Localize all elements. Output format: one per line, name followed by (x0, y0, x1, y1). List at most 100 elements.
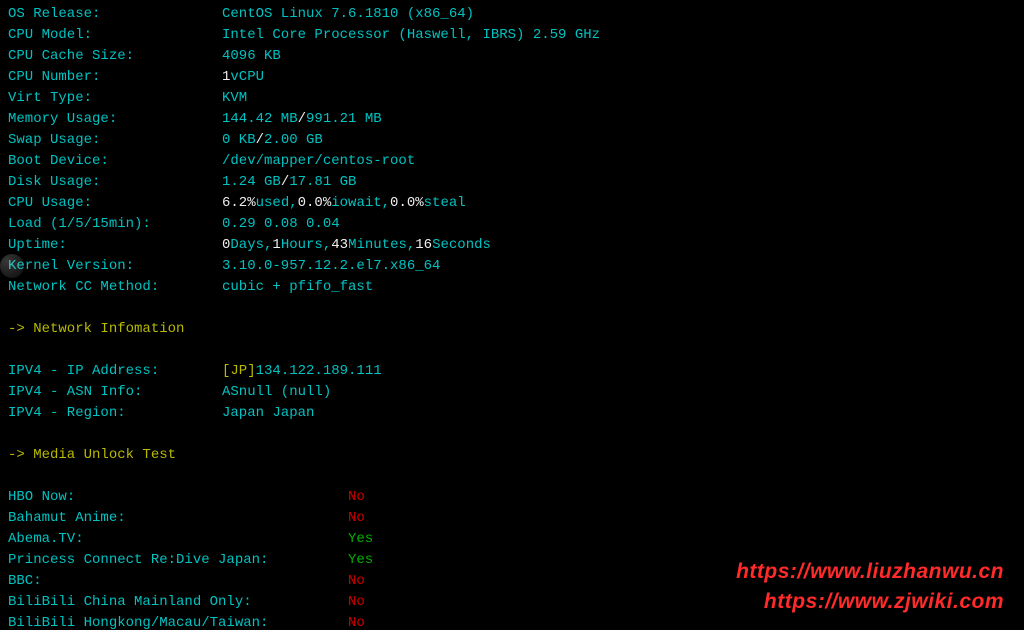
sep: / (256, 130, 264, 151)
label-disk: Disk Usage: (8, 172, 222, 193)
value-os-release: CentOS Linux 7.6.1810 (x86_64) (222, 4, 474, 25)
text-iowait: iowait, (331, 193, 390, 214)
media-label: Bahamut Anime: (8, 508, 348, 529)
row-cpu-usage: CPU Usage: 6.2% used, 0.0% iowait, 0.0% … (8, 193, 1016, 214)
media-row: Abema.TV:Yes (8, 529, 1016, 550)
value-uptime-days: 0 (222, 235, 230, 256)
label-ipv4-asn: IPV4 - ASN Info: (8, 382, 222, 403)
label-ipv4-address: IPV4 - IP Address: (8, 361, 222, 382)
sep: / (281, 172, 289, 193)
label-uptime: Uptime: (8, 235, 222, 256)
blank-line (8, 298, 1016, 319)
row-disk: Disk Usage: 1.24 GB / 17.81 GB (8, 172, 1016, 193)
row-ipv4-region: IPV4 - Region: Japan Japan (8, 403, 1016, 424)
value-memory-used: 144.42 MB (222, 109, 298, 130)
media-row: HBO Now:No (8, 487, 1016, 508)
text-days: Days, (230, 235, 272, 256)
value-uptime-min: 43 (331, 235, 348, 256)
media-row: Princess Connect Re:Dive Japan:Yes (8, 550, 1016, 571)
row-kernel: Kernel Version: 3.10.0-957.12.2.el7.x86_… (8, 256, 1016, 277)
media-label: Princess Connect Re:Dive Japan: (8, 550, 348, 571)
blank-line (8, 466, 1016, 487)
label-swap: Swap Usage: (8, 130, 222, 151)
label-boot: Boot Device: (8, 151, 222, 172)
value-cpu-pct: 6.2% (222, 193, 256, 214)
blank-line (8, 424, 1016, 445)
media-row: BiliBili Hongkong/Macau/Taiwan:No (8, 613, 1016, 630)
label-cpu-number: CPU Number: (8, 67, 222, 88)
label-load: Load (1/5/15min): (8, 214, 222, 235)
row-os-release: OS Release: CentOS Linux 7.6.1810 (x86_6… (8, 4, 1016, 25)
value-uptime-sec: 16 (415, 235, 432, 256)
value-disk-total: 17.81 GB (289, 172, 356, 193)
media-label: Abema.TV: (8, 529, 348, 550)
value-cpu-count: 1 (222, 67, 230, 88)
label-cpu-cache: CPU Cache Size: (8, 46, 222, 67)
label-memory: Memory Usage: (8, 109, 222, 130)
row-memory: Memory Usage: 144.42 MB / 991.21 MB (8, 109, 1016, 130)
text-hours: Hours, (281, 235, 331, 256)
value-kernel: 3.10.0-957.12.2.el7.x86_64 (222, 256, 440, 277)
text-min: Minutes, (348, 235, 415, 256)
terminal-output: OS Release: CentOS Linux 7.6.1810 (x86_6… (0, 0, 1024, 630)
label-virt: Virt Type: (8, 88, 222, 109)
media-result: No (348, 508, 365, 529)
media-result: No (348, 592, 365, 613)
label-cc: Network CC Method: (8, 277, 222, 298)
value-ip: 134.122.189.111 (256, 361, 382, 382)
value-load: 0.29 0.08 0.04 (222, 214, 340, 235)
media-result: No (348, 613, 365, 630)
media-row: Bahamut Anime:No (8, 508, 1016, 529)
media-label: BBC: (8, 571, 348, 592)
value-memory-total: 991.21 MB (306, 109, 382, 130)
row-ipv4-asn: IPV4 - ASN Info: ASnull (null) (8, 382, 1016, 403)
value-cc: cubic + pfifo_fast (222, 277, 373, 298)
media-row: BiliBili China Mainland Only:No (8, 592, 1016, 613)
section-media-unlock: -> Media Unlock Test (8, 445, 1016, 466)
value-cpu-cache: 4096 KB (222, 46, 281, 67)
media-result: No (348, 571, 365, 592)
sep: / (298, 109, 306, 130)
media-result: Yes (348, 529, 373, 550)
row-cc: Network CC Method: cubic + pfifo_fast (8, 277, 1016, 298)
label-cpu-model: CPU Model: (8, 25, 222, 46)
text-sec: Seconds (432, 235, 491, 256)
row-uptime: Uptime: 0 Days, 1 Hours, 43 Minutes, 16 … (8, 235, 1016, 256)
value-uptime-hours: 1 (272, 235, 280, 256)
value-boot: /dev/mapper/centos-root (222, 151, 415, 172)
row-cpu-model: CPU Model: Intel Core Processor (Haswell… (8, 25, 1016, 46)
value-steal-pct: 0.0% (390, 193, 424, 214)
media-label: BiliBili China Mainland Only: (8, 592, 348, 613)
row-boot: Boot Device: /dev/mapper/centos-root (8, 151, 1016, 172)
row-cpu-cache: CPU Cache Size: 4096 KB (8, 46, 1016, 67)
value-virt: KVM (222, 88, 247, 109)
label-kernel: Kernel Version: (8, 256, 222, 277)
value-cpu-model: Intel Core Processor (Haswell, IBRS) 2.5… (222, 25, 600, 46)
value-asn: ASnull (null) (222, 382, 331, 403)
media-test-list: HBO Now:NoBahamut Anime:NoAbema.TV:YesPr… (8, 487, 1016, 630)
value-disk-used: 1.24 GB (222, 172, 281, 193)
row-cpu-number: CPU Number: 1 vCPU (8, 67, 1016, 88)
label-ipv4-region: IPV4 - Region: (8, 403, 222, 424)
section-network-info: -> Network Infomation (8, 319, 1016, 340)
value-iowait-pct: 0.0% (298, 193, 332, 214)
row-ipv4-address: IPV4 - IP Address: [JP] 134.122.189.111 (8, 361, 1016, 382)
mouse-cursor-icon (0, 254, 24, 278)
value-region: Japan Japan (222, 403, 314, 424)
media-label: BiliBili Hongkong/Macau/Taiwan: (8, 613, 348, 630)
text-used: used, (256, 193, 298, 214)
row-load: Load (1/5/15min): 0.29 0.08 0.04 (8, 214, 1016, 235)
blank-line (8, 340, 1016, 361)
value-swap-total: 2.00 GB (264, 130, 323, 151)
text-steal: steal (424, 193, 466, 214)
row-virt: Virt Type: KVM (8, 88, 1016, 109)
value-swap-used: 0 KB (222, 130, 256, 151)
row-swap: Swap Usage: 0 KB / 2.00 GB (8, 130, 1016, 151)
media-label: HBO Now: (8, 487, 348, 508)
media-result: No (348, 487, 365, 508)
media-result: Yes (348, 550, 373, 571)
value-cpu-unit: vCPU (230, 67, 264, 88)
value-ip-tag: [JP] (222, 361, 256, 382)
label-cpu-usage: CPU Usage: (8, 193, 222, 214)
label-os-release: OS Release: (8, 4, 222, 25)
